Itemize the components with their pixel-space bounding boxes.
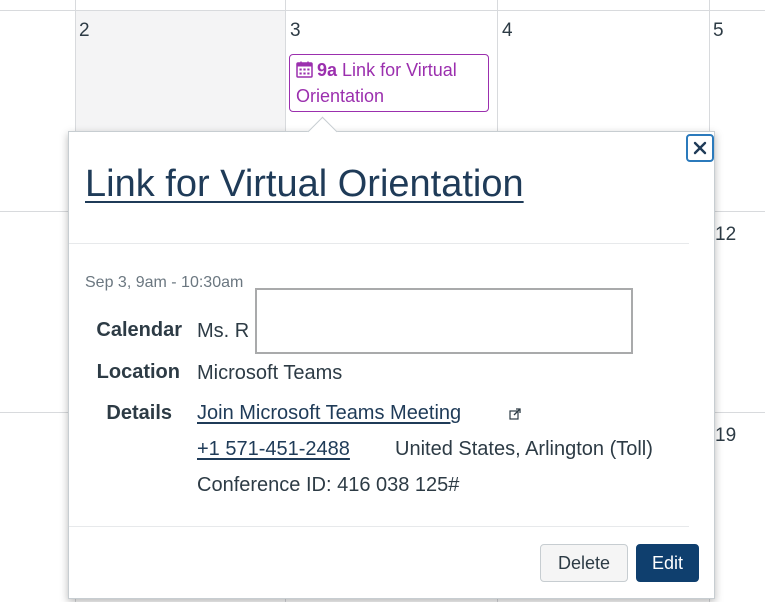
event-title-line1: Link for Virtual bbox=[342, 60, 457, 80]
details-label: Details bbox=[106, 402, 172, 424]
calendar-event-chip[interactable]: 9a Link for Virtual Orientation bbox=[289, 54, 489, 112]
divider bbox=[69, 243, 689, 244]
event-title-link[interactable]: Link for Virtual Orientation bbox=[85, 163, 524, 206]
grid-line bbox=[0, 10, 765, 11]
calendar-value: Ms. R bbox=[197, 320, 250, 342]
location-label: Location bbox=[96, 361, 180, 383]
close-button[interactable] bbox=[686, 134, 714, 162]
calendar-icon bbox=[296, 59, 313, 78]
redaction-box bbox=[255, 288, 633, 354]
location-value: Microsoft Teams bbox=[197, 362, 343, 384]
event-date-range: Sep 3, 9am - 10:30am bbox=[85, 274, 244, 291]
external-link-icon[interactable] bbox=[509, 407, 521, 420]
day-number-2[interactable]: 2 bbox=[79, 20, 90, 42]
day-number-19[interactable]: 19 bbox=[715, 425, 736, 447]
day-number-5[interactable]: 5 bbox=[713, 20, 724, 42]
close-icon bbox=[693, 141, 707, 155]
event-title-line2: Orientation bbox=[296, 86, 385, 106]
calendar-label: Calendar bbox=[96, 319, 182, 341]
edit-button[interactable]: Edit bbox=[636, 544, 699, 582]
phone-number-link[interactable]: +1 571-451-2488 bbox=[197, 438, 350, 461]
day-number-4[interactable]: 4 bbox=[502, 20, 513, 42]
conference-id: Conference ID: 416 038 125# bbox=[197, 474, 460, 496]
calendar-month-view: 2 3 4 5 12 19 9a Link for Virtual Orient… bbox=[0, 0, 765, 602]
join-teams-meeting-link[interactable]: Join Microsoft Teams Meeting bbox=[197, 402, 461, 425]
phone-location: United States, Arlington (Toll) bbox=[395, 438, 653, 460]
divider bbox=[69, 526, 689, 527]
day-number-3[interactable]: 3 bbox=[290, 20, 301, 42]
event-time: 9a bbox=[317, 60, 338, 80]
delete-button[interactable]: Delete bbox=[540, 544, 628, 582]
day-number-12[interactable]: 12 bbox=[715, 224, 736, 246]
